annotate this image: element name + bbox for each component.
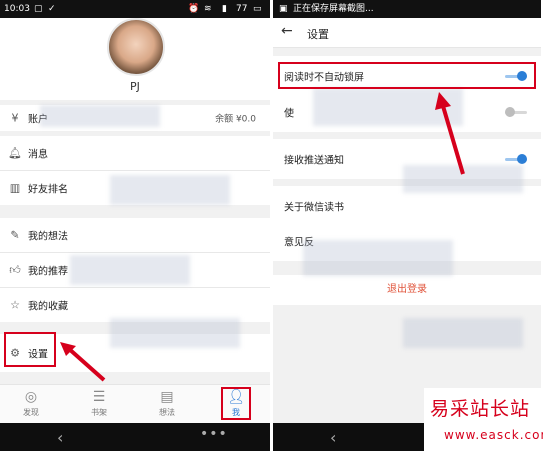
balance-text: 余额 ¥0.0 — [215, 114, 256, 125]
check-icon: ✓ — [48, 4, 56, 14]
alarm-icon: ⏰ — [188, 4, 200, 14]
pointer-arrow — [435, 92, 465, 175]
menu-item-label: 我的收藏 — [28, 301, 68, 313]
watermark-title: 易采站长站 — [430, 398, 531, 420]
chat-icon: ▤ — [160, 389, 174, 405]
setting-label: 使 — [284, 108, 294, 120]
currency-icon: ¥ — [11, 111, 19, 125]
menu-item-messages[interactable]: 🔔︎ 消息 — [0, 136, 270, 170]
message-icon: ▢ — [34, 4, 43, 14]
watermark-url: www.easck.com — [444, 428, 543, 442]
user-name: PJ — [130, 80, 140, 93]
highlight-box — [278, 62, 536, 89]
highlight-box — [221, 387, 251, 420]
tab-discover[interactable]: ◎ 发现 — [11, 387, 51, 418]
watermark-blur — [303, 240, 453, 276]
setting-label: 接收推送通知 — [284, 155, 344, 167]
toggle-switch-on[interactable] — [505, 154, 527, 164]
thumbs-up-icon: 👍︎ — [9, 263, 21, 277]
wifi-icon: ≋ — [204, 4, 212, 14]
watermark-blur — [403, 318, 523, 348]
right-screenshot: ▣ 正在保存屏幕截图... ← 设置 阅读时不自动锁屏 使 接收推送通知 关于微… — [273, 0, 541, 451]
status-notice: 正在保存屏幕截图... — [293, 4, 374, 14]
more-dots-icon[interactable]: ••• — [200, 426, 228, 442]
menu-item-label: 消息 — [28, 149, 48, 161]
watermark-blur — [110, 175, 230, 205]
status-time: 10:03 — [4, 4, 30, 14]
status-bar: 10:03 ▢ ✓ ⏰ ≋ ▮ 77 ▭ — [0, 0, 270, 18]
menu-item-label: 我的推荐 — [28, 266, 68, 278]
setting-label: 关于微信读书 — [284, 202, 344, 214]
bell-icon: 🔔︎ — [8, 146, 22, 160]
feather-icon: ✎ — [10, 228, 20, 242]
android-nav-bar: ‹ ••• — [0, 423, 270, 451]
menu-item-label: 我的想法 — [28, 231, 68, 243]
watermark-blur — [70, 255, 190, 285]
page-title: 设置 — [307, 28, 329, 41]
menu-item-my-ideas[interactable]: ✎ 我的想法 — [0, 218, 270, 252]
compass-icon: ◎ — [24, 389, 38, 405]
signal-icon: ▮ — [222, 4, 227, 14]
back-chevron-icon[interactable]: ‹ — [330, 428, 336, 447]
left-screenshot: 10:03 ▢ ✓ ⏰ ≋ ▮ 77 ▭ PJ ¥ 账户 余额 ¥0.0 🔔︎ … — [0, 0, 270, 451]
settings-header: ← 设置 — [273, 18, 541, 48]
toggle-switch-off[interactable] — [505, 107, 527, 117]
back-chevron-icon[interactable]: ‹ — [57, 428, 63, 447]
menu-item-favorites[interactable]: ☆ 我的收藏 — [0, 288, 270, 322]
screenshot-icon: ▣ — [279, 4, 288, 14]
menu-item-label: 好友排名 — [28, 184, 68, 196]
back-arrow-icon[interactable]: ← — [281, 23, 293, 39]
watermark-blur — [110, 318, 240, 348]
avatar[interactable] — [107, 18, 165, 76]
pointer-arrow — [60, 342, 106, 382]
highlight-box — [4, 332, 56, 367]
tab-bookshelf[interactable]: ☰ 书架 — [79, 387, 119, 418]
logout-button[interactable]: 退出登录 — [273, 275, 541, 305]
battery-icon: ▭ — [253, 4, 262, 14]
status-bar: ▣ 正在保存屏幕截图... — [273, 0, 541, 18]
star-icon: ☆ — [10, 298, 20, 312]
bookshelf-icon: ☰ — [92, 389, 106, 405]
battery-level: 77 — [236, 4, 248, 14]
watermark-blur — [40, 105, 160, 127]
bar-chart-icon: ▥ — [9, 181, 21, 195]
tab-ideas[interactable]: ▤ 想法 — [147, 387, 187, 418]
profile-header: PJ — [0, 18, 270, 100]
